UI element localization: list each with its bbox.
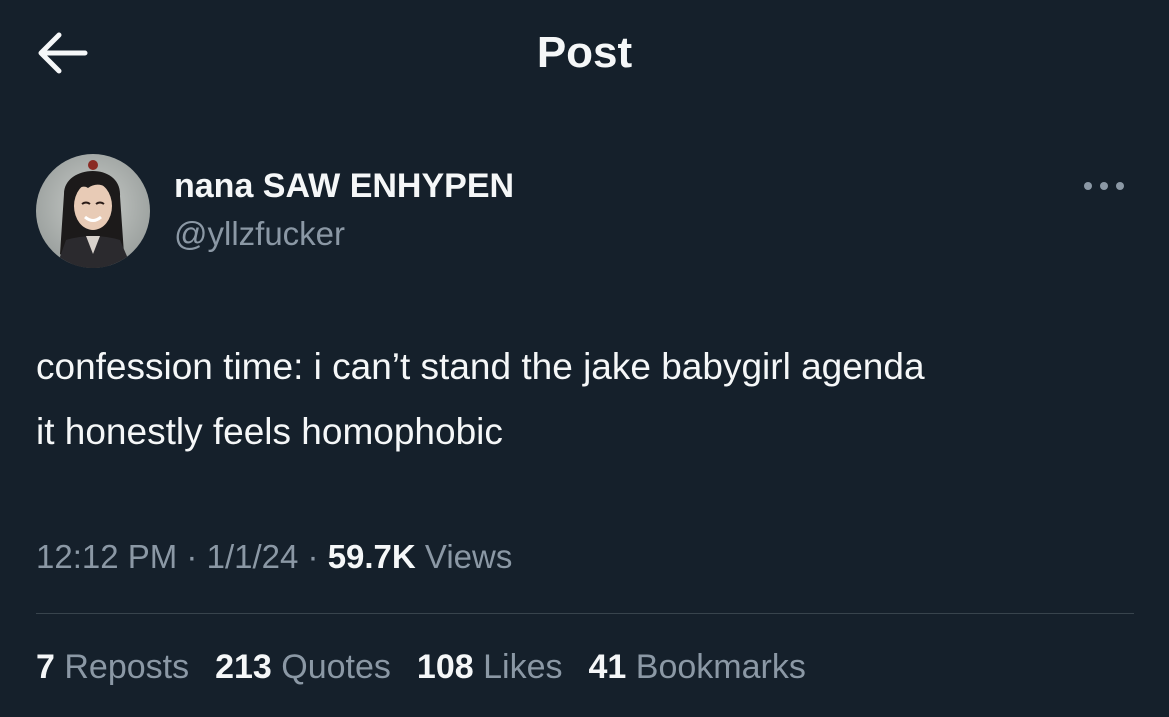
page-title: Post <box>536 28 633 77</box>
more-horizontal-icon <box>1084 182 1124 190</box>
bookmarks-stat[interactable]: 41 Bookmarks <box>588 644 805 690</box>
author-display-name[interactable]: nana SAW ENHYPEN <box>174 166 514 206</box>
bookmarks-count: 41 <box>588 648 627 686</box>
bookmarks-label: Bookmarks <box>635 648 806 686</box>
reposts-count: 7 <box>36 648 55 686</box>
avatar[interactable] <box>36 154 150 268</box>
reposts-label: Reposts <box>64 648 190 686</box>
post-time[interactable]: 12:12 PM <box>36 538 177 575</box>
views-label: Views <box>424 538 513 575</box>
top-bar: Post <box>0 0 1169 110</box>
quotes-count: 213 <box>215 648 272 686</box>
meta-separator: · <box>307 538 319 575</box>
likes-stat[interactable]: 108 Likes <box>417 644 563 690</box>
reposts-stat[interactable]: 7 Reposts <box>36 644 189 690</box>
author-handle[interactable]: @yllzfucker <box>174 214 345 254</box>
meta-separator: · <box>186 538 198 575</box>
divider <box>36 613 1134 614</box>
views-count: 59.7K <box>327 538 416 575</box>
more-options-button[interactable] <box>1074 168 1134 204</box>
post-metadata: 12:12 PM · 1/1/24 · 59.7K Views <box>36 535 512 579</box>
post-text-line: confession time: i can’t stand the jake … <box>36 346 925 387</box>
post-author: nana SAW ENHYPEN @yllzfucker <box>36 154 1134 270</box>
quotes-label: Quotes <box>281 648 391 686</box>
engagement-stats: 7 Reposts 213 Quotes 108 Likes 41 Bookma… <box>36 644 832 690</box>
avatar-image <box>36 154 150 268</box>
post-text-line: it honestly feels homophobic <box>36 411 503 452</box>
likes-label: Likes <box>483 648 563 686</box>
quotes-stat[interactable]: 213 Quotes <box>215 644 391 690</box>
likes-count: 108 <box>416 648 474 686</box>
post-text: confession time: i can’t stand the jake … <box>36 334 1136 464</box>
post-date[interactable]: 1/1/24 <box>207 538 299 575</box>
